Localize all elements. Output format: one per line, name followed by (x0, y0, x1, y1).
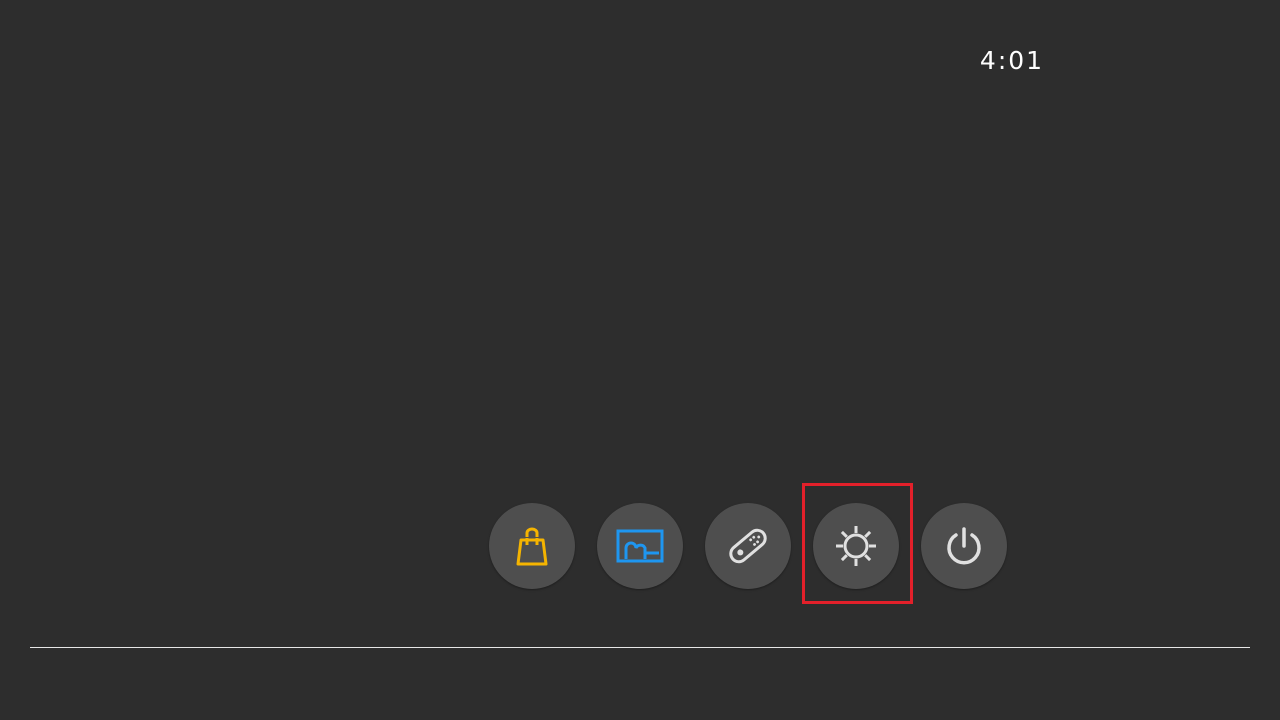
album-button[interactable] (597, 503, 683, 589)
gear-icon (836, 526, 876, 566)
home-screen: 4:01 (0, 0, 1280, 720)
power-button[interactable] (921, 503, 1007, 589)
divider (30, 647, 1250, 648)
album-icon (616, 529, 664, 563)
power-icon (947, 527, 981, 565)
system-settings-button[interactable] (813, 503, 899, 589)
clock: 4:01 (979, 46, 1045, 75)
controllers-button[interactable] (705, 503, 791, 589)
shop-button[interactable] (489, 503, 575, 589)
shopping-bag-icon (516, 527, 548, 566)
controller-icon (729, 528, 767, 564)
